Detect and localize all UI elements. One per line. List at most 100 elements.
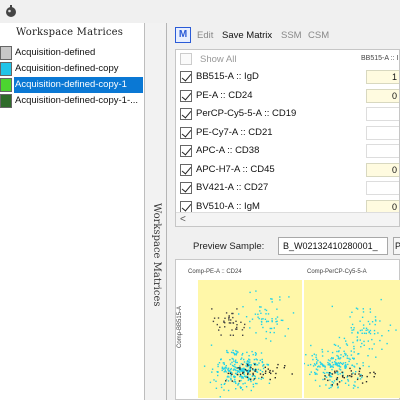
matrix-value-cell[interactable]: 1: [366, 70, 399, 84]
event-dot: [336, 350, 338, 353]
event-dot: [227, 368, 229, 370]
event-dot: [260, 312, 262, 314]
event-dot: [238, 380, 241, 382]
event-dot: [352, 387, 355, 389]
event-dot: [267, 313, 270, 315]
matrix-value-cell[interactable]: [366, 144, 399, 158]
event-dot: [349, 316, 351, 318]
event-dot: [363, 332, 366, 334]
parameter-checkbox[interactable]: [180, 163, 192, 176]
save-matrix-button[interactable]: Save Matrix: [222, 30, 272, 41]
event-dot: [351, 311, 353, 313]
event-dot: [241, 354, 243, 356]
event-dot: [373, 343, 375, 345]
parameter-row[interactable]: PerCP-Cy5-5-A :: CD19: [176, 106, 399, 122]
event-dot: [224, 326, 226, 328]
event-dot: [265, 337, 267, 340]
plot-percp[interactable]: [295, 280, 400, 398]
plot-cd24[interactable]: [198, 280, 302, 398]
event-dot: [261, 361, 263, 363]
event-dot: [226, 351, 228, 353]
event-dot: [367, 320, 370, 323]
event-dot: [348, 384, 350, 386]
parameter-row[interactable]: BB515-A :: IgD 1: [176, 69, 399, 85]
matrix-icon[interactable]: M: [175, 27, 191, 43]
parameter-row[interactable]: APC-H7-A :: CD45 0: [176, 162, 399, 178]
scroll-left-icon[interactable]: <: [180, 214, 186, 225]
event-dot: [362, 324, 365, 326]
preview-more-button[interactable]: Pr: [393, 237, 400, 255]
event-dot: [215, 387, 218, 389]
event-dot: [228, 370, 230, 372]
csm-button[interactable]: CSM: [308, 30, 329, 41]
event-dot: [346, 357, 348, 359]
event-dot: [226, 349, 228, 352]
event-dot: [329, 360, 331, 362]
matrix-item[interactable]: Acquisition-defined: [0, 45, 145, 61]
event-dot: [221, 366, 224, 368]
parameter-row[interactable]: BV421-A :: CD27: [176, 180, 399, 196]
matrix-value-cell[interactable]: 0: [366, 162, 399, 177]
event-dot: [265, 330, 268, 333]
parameter-checkbox[interactable]: [180, 145, 192, 157]
event-dot: [256, 359, 258, 361]
event-dot: [258, 377, 260, 380]
matrix-item[interactable]: Acquisition-defined-copy-1: [0, 77, 145, 93]
event-dot: [256, 382, 258, 385]
event-dot: [220, 358, 222, 361]
event-dot: [347, 375, 349, 377]
event-dot: [239, 367, 241, 369]
event-dot: [373, 371, 375, 373]
parameter-row[interactable]: PE-A :: CD24 0: [176, 88, 399, 104]
event-dot: [352, 372, 354, 374]
event-dot: [268, 382, 271, 384]
event-dot: [211, 308, 213, 310]
parameter-checkbox[interactable]: [180, 182, 192, 194]
event-dot: [261, 321, 263, 323]
matrix-item[interactable]: Acquisition-defined-copy: [0, 61, 145, 77]
event-dot: [264, 366, 266, 368]
horizontal-scrollbar[interactable]: <: [176, 212, 399, 226]
matrix-value-cell[interactable]: 0: [366, 88, 399, 103]
event-dot: [341, 371, 343, 373]
event-dot: [249, 327, 251, 329]
matrix-item[interactable]: Acquisition-defined-copy-1-...: [0, 93, 145, 109]
parameter-row[interactable]: PE-Cy7-A :: CD21: [176, 125, 399, 141]
event-dot: [332, 357, 334, 360]
parameter-checkbox[interactable]: [180, 200, 192, 213]
event-dot: [365, 327, 368, 329]
event-dot: [288, 296, 290, 298]
event-dot: [380, 298, 382, 301]
preview-sample-select[interactable]: B_W02132410280001_: [278, 237, 388, 255]
event-dot: [313, 363, 316, 365]
event-dot: [217, 363, 219, 366]
matrix-value-cell[interactable]: [366, 125, 399, 140]
event-dot: [271, 298, 273, 300]
event-dot: [239, 365, 241, 367]
edit-button[interactable]: Edit: [197, 30, 213, 41]
parameter-checkbox[interactable]: [180, 108, 192, 120]
event-dot: [345, 364, 347, 366]
event-dot: [252, 379, 255, 381]
matrix-value-cell[interactable]: [366, 107, 399, 121]
event-dot: [225, 367, 228, 369]
show-all-row[interactable]: Show All BB515-A :: I: [176, 50, 399, 68]
show-all-checkbox[interactable]: [180, 53, 192, 65]
event-dot: [315, 354, 317, 356]
workspace-matrices-tab[interactable]: Workspace Matrices: [145, 23, 167, 400]
event-dot: [336, 370, 338, 372]
event-dot: [261, 376, 263, 378]
event-dot: [375, 356, 377, 358]
event-dot: [225, 380, 227, 382]
event-dot: [234, 363, 236, 366]
event-dot: [250, 364, 252, 366]
event-dot: [227, 372, 229, 375]
ssm-button[interactable]: SSM: [281, 30, 302, 41]
parameter-row[interactable]: APC-A :: CD38: [176, 143, 399, 159]
parameter-checkbox[interactable]: [180, 71, 192, 83]
matrix-value-cell[interactable]: [366, 181, 399, 195]
parameter-checkbox[interactable]: [180, 126, 192, 139]
event-dot: [270, 327, 273, 330]
parameter-checkbox[interactable]: [180, 89, 192, 102]
event-dot: [264, 318, 267, 320]
